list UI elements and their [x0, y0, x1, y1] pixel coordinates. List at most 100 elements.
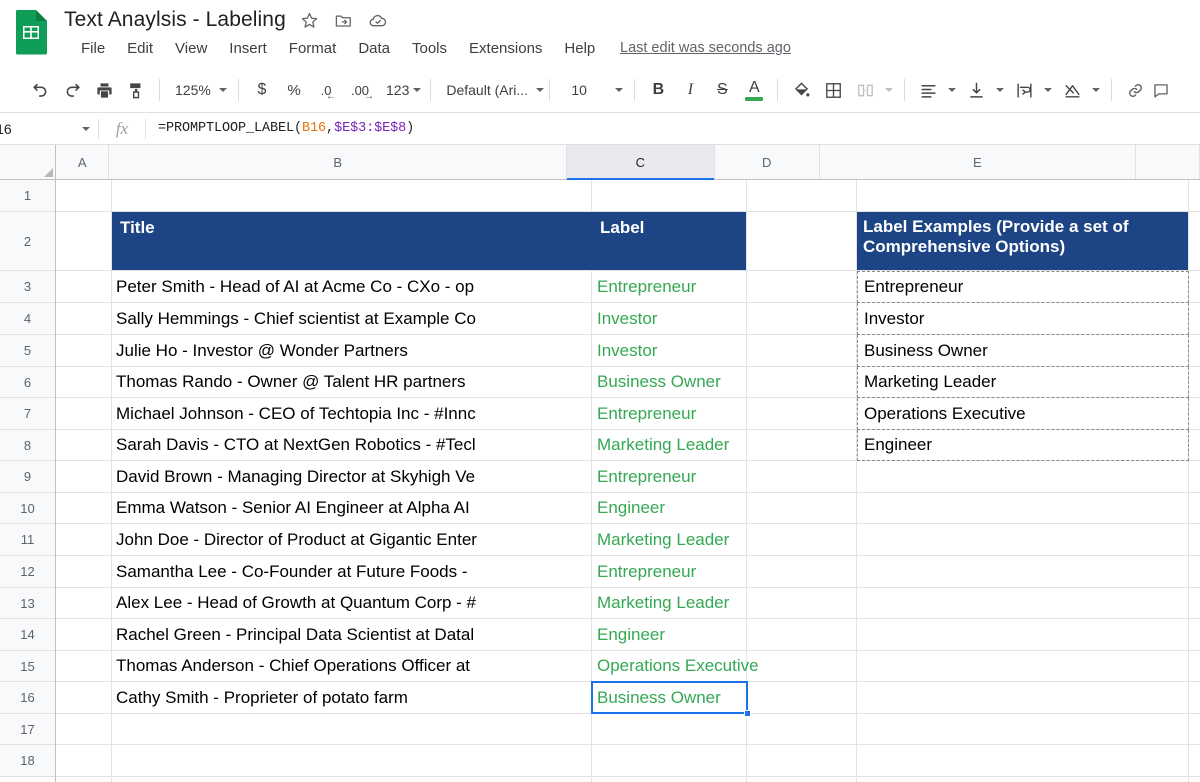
undo-icon[interactable]: [25, 75, 55, 105]
cell-label[interactable]: Investor: [593, 335, 793, 366]
row-header-15[interactable]: 15: [0, 651, 55, 682]
row-header-18[interactable]: 18: [0, 745, 55, 777]
cells-area[interactable]: Title Label Label Examples (Provide a se…: [56, 180, 1200, 782]
cloud-saved-icon[interactable]: [368, 10, 388, 30]
table-row[interactable]: Michael Johnson - CEO of Techtopia Inc -…: [112, 398, 593, 429]
example-cell[interactable]: Entrepreneur: [857, 271, 1189, 303]
menu-view[interactable]: View: [164, 38, 218, 59]
row-header-13[interactable]: 13: [0, 588, 55, 619]
row-header-17[interactable]: 17: [0, 714, 55, 745]
cell-label[interactable]: Entrepreneur: [593, 271, 793, 302]
row-header-6[interactable]: 6: [0, 367, 55, 398]
table-row[interactable]: Cathy Smith - Proprieter of potato farm: [112, 682, 593, 713]
row-header-7[interactable]: 7: [0, 398, 55, 430]
cell-label[interactable]: Entrepreneur: [593, 556, 793, 587]
menu-extensions[interactable]: Extensions: [458, 38, 553, 59]
row-header-16[interactable]: 16: [0, 682, 55, 714]
menu-help[interactable]: Help: [553, 38, 606, 59]
row-header-9[interactable]: 9: [0, 461, 55, 493]
cell-label[interactable]: Investor: [593, 303, 793, 334]
insert-link-icon[interactable]: [1120, 75, 1150, 105]
font-selector[interactable]: Default (Ari...: [438, 76, 542, 104]
insert-comment-icon[interactable]: [1152, 75, 1170, 105]
row-header-14[interactable]: 14: [0, 619, 55, 651]
cell-label[interactable]: Entrepreneur: [593, 461, 793, 492]
format-currency-button[interactable]: $: [247, 75, 277, 105]
row-header-12[interactable]: 12: [0, 556, 55, 588]
cell-label[interactable]: Engineer: [593, 493, 793, 523]
column-header-d[interactable]: D: [715, 145, 820, 179]
last-edit-status[interactable]: Last edit was seconds ago: [620, 40, 791, 56]
select-all-corner[interactable]: [0, 145, 56, 180]
example-cell[interactable]: Engineer: [857, 430, 1189, 461]
example-cell[interactable]: Marketing Leader: [857, 367, 1189, 398]
table-row[interactable]: Alex Lee - Head of Growth at Quantum Cor…: [112, 588, 593, 618]
table-row[interactable]: Thomas Anderson - Chief Operations Offic…: [112, 651, 593, 681]
row-header-2[interactable]: 2: [0, 212, 55, 271]
table-row[interactable]: Sally Hemmings - Chief scientist at Exam…: [112, 303, 593, 334]
table-row[interactable]: Emma Watson - Senior AI Engineer at Alph…: [112, 493, 593, 523]
name-box[interactable]: C16: [0, 112, 98, 145]
strikethrough-button[interactable]: S: [707, 75, 737, 105]
font-size-selector[interactable]: 10: [557, 76, 627, 104]
row-header-5[interactable]: 5: [0, 335, 55, 367]
increase-decimal-button[interactable]: .00 →: [343, 75, 377, 105]
zoom-selector[interactable]: 125%: [167, 76, 231, 104]
horizontal-align-dropdown[interactable]: [944, 76, 960, 104]
page-title[interactable]: Text Anaylsis - Labeling: [64, 8, 286, 32]
format-percent-button[interactable]: %: [279, 75, 309, 105]
print-icon[interactable]: [89, 75, 119, 105]
cell-label[interactable]: Business Owner: [593, 367, 793, 397]
row-header-11[interactable]: 11: [0, 524, 55, 556]
column-header-a[interactable]: A: [56, 145, 109, 179]
redo-icon[interactable]: [57, 75, 87, 105]
row-header-10[interactable]: 10: [0, 493, 55, 524]
text-rotation-icon[interactable]: [1057, 75, 1087, 105]
table-row[interactable]: Rachel Green - Principal Data Scientist …: [112, 619, 593, 650]
menu-file[interactable]: File: [70, 38, 116, 59]
example-cell[interactable]: Business Owner: [857, 335, 1189, 367]
decrease-decimal-button[interactable]: .0 ←: [311, 75, 341, 105]
row-header-8[interactable]: 8: [0, 430, 55, 461]
vertical-align-dropdown[interactable]: [992, 76, 1008, 104]
merge-options-dropdown[interactable]: [881, 76, 897, 104]
table-row[interactable]: David Brown - Managing Director at Skyhi…: [112, 461, 593, 492]
cell-label[interactable]: Engineer: [593, 619, 793, 650]
table-row[interactable]: Sarah Davis - CTO at NextGen Robotics - …: [112, 430, 593, 460]
table-row[interactable]: Thomas Rando - Owner @ Talent HR partner…: [112, 367, 593, 397]
menu-insert[interactable]: Insert: [218, 38, 278, 59]
move-to-folder-icon[interactable]: [334, 10, 354, 30]
text-color-button[interactable]: A: [739, 75, 769, 105]
cell-label[interactable]: Operations Executive: [593, 651, 808, 681]
example-cell[interactable]: Investor: [857, 303, 1189, 335]
formula-input[interactable]: =PROMPTLOOP_LABEL( B16 , $E$3:$E$8 ): [146, 112, 1200, 145]
cell-label[interactable]: Entrepreneur: [593, 398, 793, 429]
merge-cells-icon[interactable]: [850, 75, 880, 105]
bold-button[interactable]: B: [643, 75, 673, 105]
column-header-b[interactable]: B: [109, 145, 567, 179]
star-icon[interactable]: [300, 10, 320, 30]
row-header-1[interactable]: 1: [0, 180, 55, 212]
italic-button[interactable]: I: [675, 75, 705, 105]
cell-label[interactable]: Marketing Leader: [593, 524, 793, 555]
column-header-e[interactable]: E: [820, 145, 1136, 179]
fill-color-icon[interactable]: [786, 75, 816, 105]
table-row[interactable]: Peter Smith - Head of AI at Acme Co - CX…: [112, 271, 593, 302]
column-header-c[interactable]: C: [567, 145, 715, 179]
menu-edit[interactable]: Edit: [116, 38, 164, 59]
row-header-4[interactable]: 4: [0, 303, 55, 335]
cell-label[interactable]: Marketing Leader: [593, 430, 793, 460]
example-cell[interactable]: Operations Executive: [857, 398, 1189, 430]
row-header-3[interactable]: 3: [0, 271, 55, 303]
text-wrapping-dropdown[interactable]: [1040, 76, 1056, 104]
paint-format-icon[interactable]: [121, 75, 151, 105]
text-rotation-dropdown[interactable]: [1088, 76, 1104, 104]
borders-icon[interactable]: [818, 75, 848, 105]
menu-format[interactable]: Format: [278, 38, 348, 59]
cell-label-selected[interactable]: Business Owner: [593, 682, 793, 713]
table-row[interactable]: Samantha Lee - Co-Founder at Future Food…: [112, 556, 593, 587]
fill-handle[interactable]: [744, 710, 751, 717]
column-header-f[interactable]: [1136, 145, 1200, 179]
vertical-align-icon[interactable]: [961, 75, 991, 105]
text-wrapping-icon[interactable]: [1009, 75, 1039, 105]
